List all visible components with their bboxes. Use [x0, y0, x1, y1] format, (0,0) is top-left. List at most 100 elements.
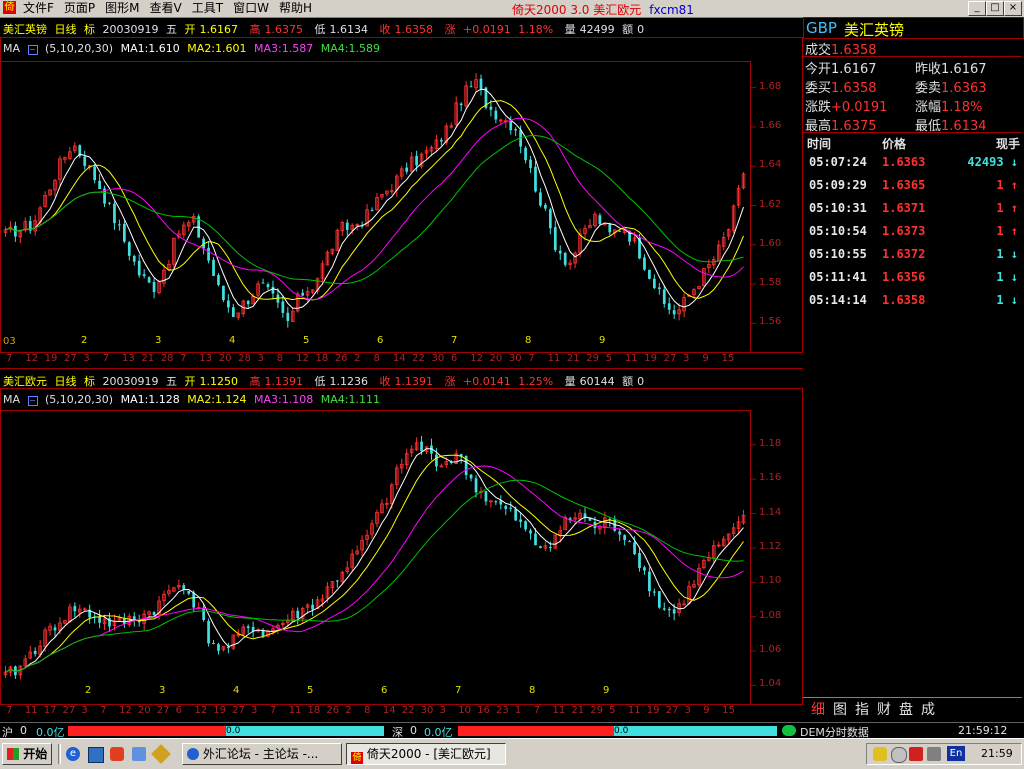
x-tick-label: 15 — [722, 705, 735, 716]
start-button[interactable]: 开始 — [2, 743, 52, 765]
system-tray: En 21:59 — [866, 743, 1022, 765]
quote-value-changepct: 1.18% — [941, 100, 983, 115]
restore-button[interactable]: □ — [986, 1, 1004, 16]
ma1-line — [5, 448, 744, 673]
candle-body — [142, 274, 146, 276]
menu-graph[interactable]: 图形M — [100, 0, 144, 16]
trade-row: 05:09:29 1.6365 1 ↑ — [807, 178, 1022, 198]
tab-board[interactable]: 盘 — [899, 699, 913, 719]
candle-body — [212, 642, 215, 644]
tray-icon[interactable] — [873, 747, 887, 761]
candle-body — [618, 230, 622, 232]
menu-window[interactable]: 窗口W — [228, 0, 274, 16]
x-tick-label: 6 — [450, 353, 458, 364]
quote-divider — [803, 132, 1022, 133]
trade-time: 05:10:55 — [809, 247, 867, 261]
chart1-weekday: 五 — [166, 23, 177, 36]
quote-row-prevclose: 昨收1.6167 — [915, 58, 987, 77]
x-tick-label: 16 — [477, 705, 490, 716]
candle-body — [469, 474, 473, 479]
chart2-y-axis: 1.18 1.16 1.14 1.12 1.10 1.08 1.06 1.04 — [759, 389, 801, 704]
sh-bar-value: 0.0 — [226, 726, 241, 736]
candle-body — [415, 155, 418, 166]
sh-bar-cyan: 0.0 — [226, 726, 384, 736]
menu-page[interactable]: 页面P — [59, 0, 100, 16]
x-tick-label: 19 — [644, 353, 658, 364]
chart1-amount-label: 额 — [622, 23, 634, 36]
candle-body — [187, 590, 191, 594]
month-label: 7 — [455, 685, 462, 696]
candle-body — [152, 612, 156, 615]
x-tick-label: 2 — [345, 705, 352, 716]
candle-body — [548, 209, 552, 229]
quote-name: 美汇英镑 — [844, 21, 905, 39]
month-label: 4 — [229, 335, 236, 346]
tray-icon[interactable] — [909, 747, 923, 761]
sz-bar-value: 0.0 — [614, 726, 629, 736]
task-forum-window[interactable]: 外汇论坛 - 主论坛 -... — [182, 743, 342, 765]
chart2-change-value: +0.0141 — [463, 375, 511, 388]
chart2-plot-area[interactable]: MA − (5,10,20,30) MA1:1.128 MA2:1.124 MA… — [0, 388, 803, 705]
tab-detail[interactable]: 细 — [811, 699, 825, 719]
trade-price: 1.6372 — [882, 247, 926, 261]
candle-body — [633, 542, 636, 555]
language-indicator[interactable]: En — [947, 746, 965, 761]
tab-chart[interactable]: 图 — [833, 699, 847, 719]
menu-help[interactable]: 帮助H — [274, 0, 317, 16]
candle-body — [33, 650, 37, 654]
ma1-line — [5, 88, 744, 310]
app-shortcut-icon[interactable] — [132, 747, 146, 761]
x-tick-label: 3 — [684, 705, 691, 716]
candle-body — [207, 620, 210, 644]
tab-trades[interactable]: 成 — [921, 699, 935, 719]
minimize-button[interactable]: _ — [968, 1, 986, 16]
candle-body — [648, 571, 651, 592]
month-label: 9 — [603, 685, 610, 696]
quote-label-bid: 委买 — [805, 81, 832, 96]
app-icon[interactable]: 倚 — [3, 1, 16, 14]
x-tick-label: 7 — [6, 705, 13, 716]
menu-tools[interactable]: 工具T — [187, 0, 228, 16]
y-tick-label: 1.62 — [759, 198, 782, 210]
candle-body — [494, 110, 498, 120]
tab-finance[interactable]: 财 — [877, 699, 891, 719]
candle-body — [563, 252, 567, 265]
chart1-plot-area[interactable]: MA − (5,10,20,30) MA1:1.610 MA2:1.601 MA… — [0, 37, 803, 353]
ie-icon[interactable]: e — [66, 747, 80, 761]
chart1-open: 开 1.6167 — [185, 23, 243, 36]
candle-body — [370, 209, 374, 211]
candle-body — [643, 567, 646, 571]
desktop-icon[interactable] — [88, 747, 104, 763]
ie-icon — [187, 748, 199, 760]
x-tick-label: 26 — [326, 705, 340, 716]
candle-body — [489, 106, 493, 110]
tray-icon[interactable] — [891, 747, 907, 763]
tab-indicator[interactable]: 指 — [855, 699, 869, 719]
window-title: 倚天2000 3.0 美汇欧元 fxcm81 — [512, 1, 694, 18]
app-shortcut-icon[interactable] — [110, 747, 124, 761]
x-tick-label: 7 — [269, 705, 277, 716]
app-shortcut-icon[interactable] — [151, 744, 171, 764]
x-tick-label: 18 — [307, 705, 321, 716]
close-button[interactable]: × — [1004, 1, 1022, 16]
menu-view[interactable]: 查看V — [145, 0, 187, 16]
task-yitian-window[interactable]: 倚 倚天2000 - [美汇欧元] — [346, 743, 506, 765]
x-tick-label: 5 — [605, 353, 612, 364]
speaker-icon[interactable] — [927, 747, 941, 761]
candle-body — [301, 292, 305, 296]
candle-body — [73, 606, 77, 612]
candle-body — [459, 103, 463, 106]
x-tick-label: 27 — [663, 353, 677, 364]
menu-file[interactable]: 文件F — [18, 0, 59, 16]
month-label: 7 — [451, 335, 458, 346]
candle-body — [137, 260, 141, 276]
candle-body — [246, 626, 250, 628]
x-tick-label: 28 — [238, 353, 251, 364]
month-label: 4 — [233, 685, 240, 696]
x-tick-label: 12 — [194, 705, 208, 716]
chart1-low-label: 低 — [314, 23, 326, 36]
candle-body — [544, 204, 547, 209]
chart1-low: 低 1.6134 — [315, 23, 373, 36]
x-tick-label: 22 — [412, 353, 425, 364]
trade-row: 05:07:24 1.6363 42493 ↓ — [807, 155, 1022, 175]
